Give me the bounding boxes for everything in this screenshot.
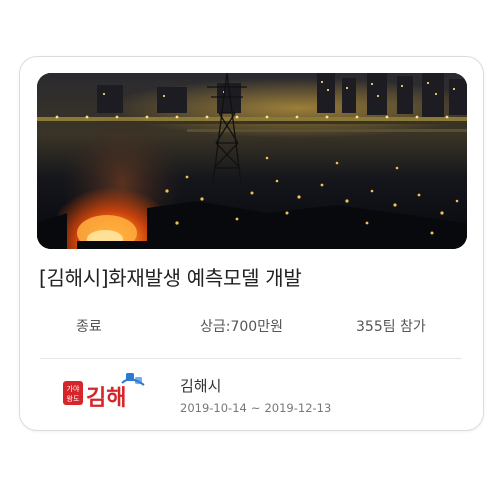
- gimhae-city-logo: 가야 왕도 김해: [60, 369, 152, 413]
- organizer-name: 김해시: [180, 377, 222, 395]
- status-label: 종료: [76, 319, 102, 335]
- participant-count: 355팀 참가: [356, 319, 426, 335]
- prize-label: 상금:700만원: [200, 319, 283, 335]
- svg-text:왕도: 왕도: [67, 394, 80, 403]
- night-fire-photo: [37, 73, 467, 249]
- competition-thumbnail[interactable]: [37, 73, 467, 249]
- card-divider: [40, 358, 462, 359]
- competition-title[interactable]: [김해시]화재발생 예측모델 개발: [39, 262, 469, 291]
- competition-period: 2019-10-14 ~2019-12-13: [180, 401, 331, 415]
- svg-text:김해: 김해: [86, 386, 126, 411]
- date-separator: ~: [250, 401, 261, 415]
- end-date: 2019-12-13: [264, 401, 332, 415]
- competition-card[interactable]: [김해시]화재발생 예측모델 개발 종료 상금:700만원 355팀 참가 가야…: [19, 56, 484, 431]
- svg-text:가야: 가야: [67, 384, 80, 393]
- start-date: 2019-10-14: [180, 401, 247, 415]
